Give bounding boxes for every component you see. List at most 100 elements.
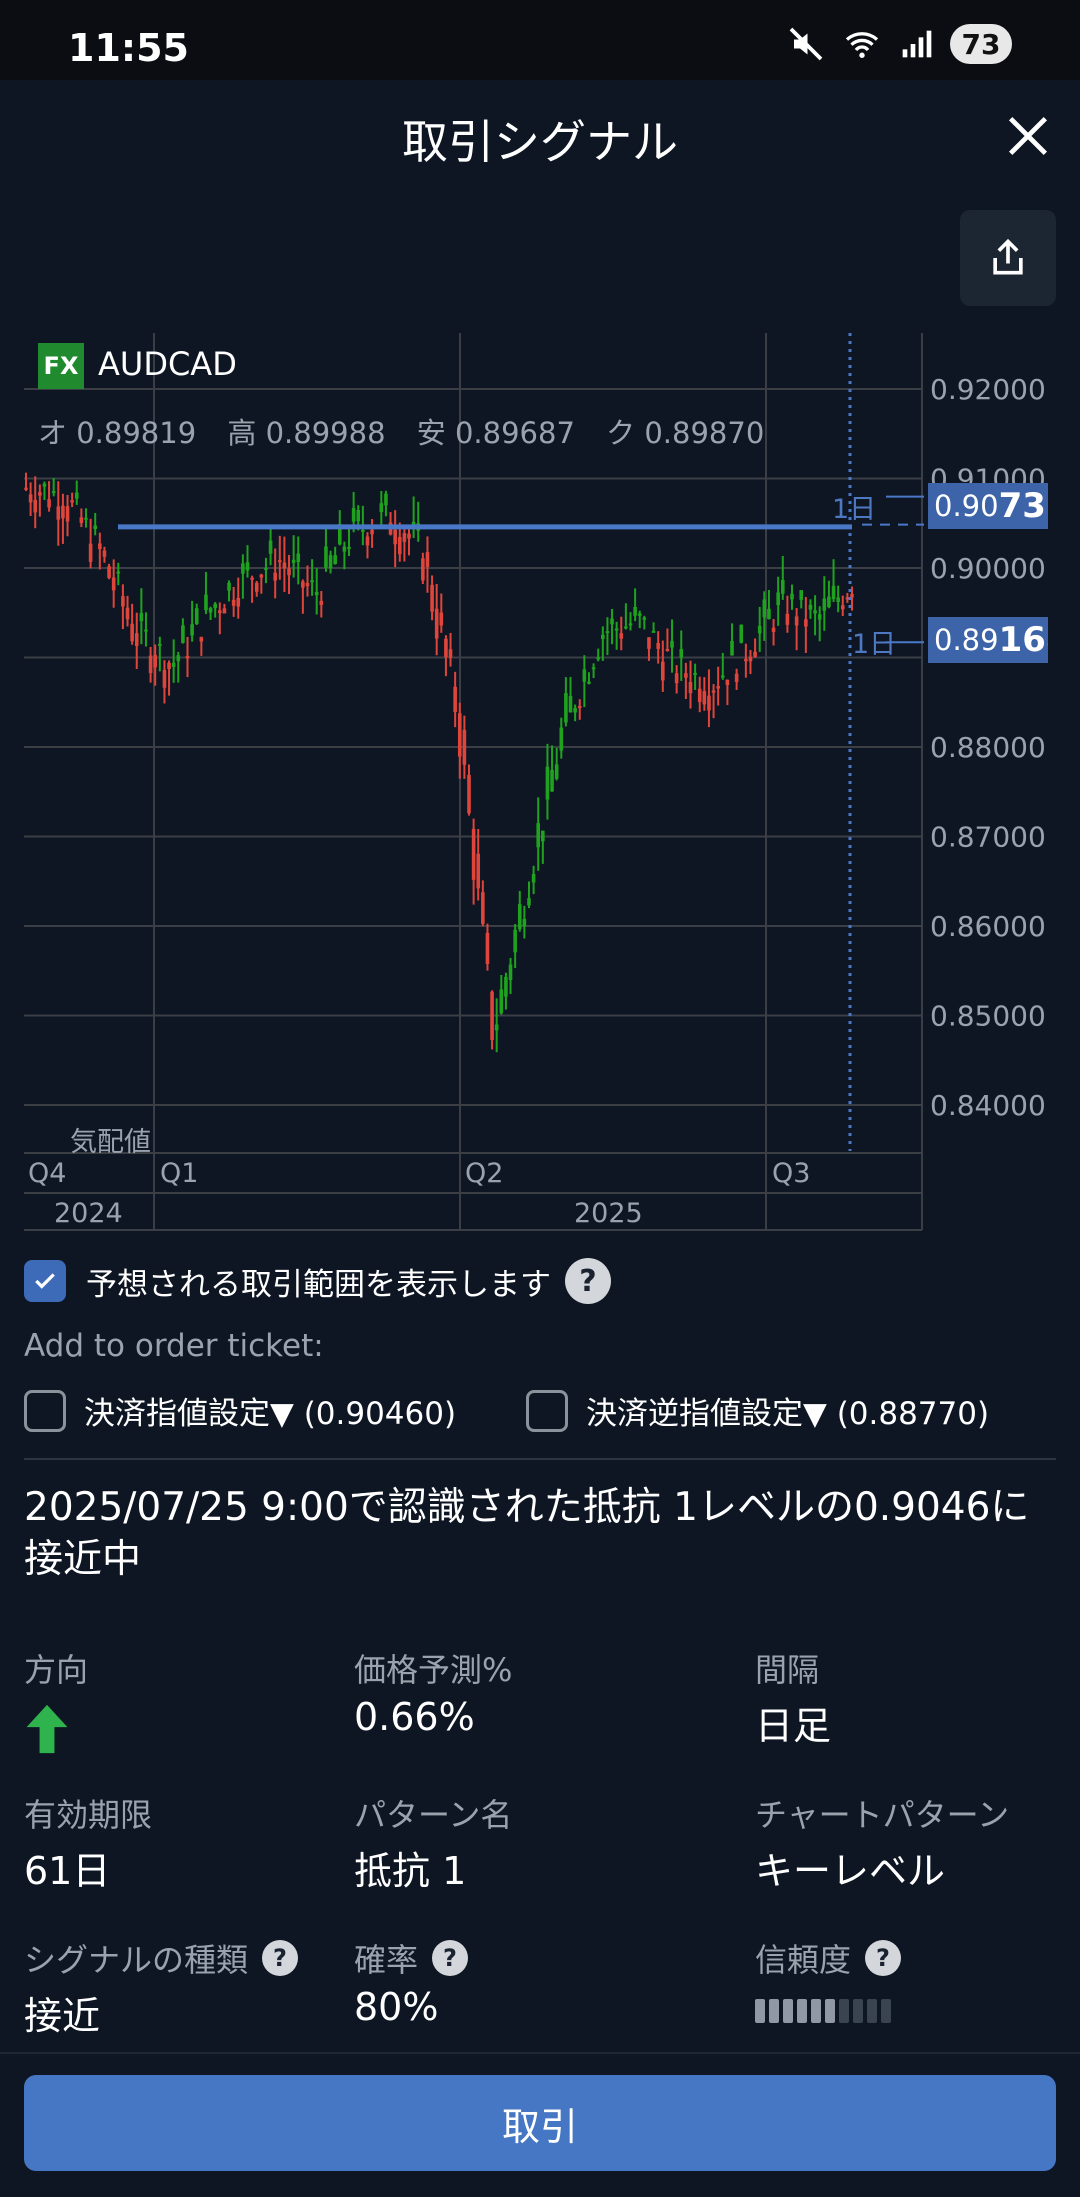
signal-type-label: シグナルの種類 bbox=[24, 1941, 249, 1979]
price-body bbox=[361, 529, 365, 532]
x-year-label: 2024 bbox=[54, 1198, 123, 1229]
help-icon[interactable]: ? bbox=[565, 1258, 611, 1304]
show-range-label: 予想される取引範囲を表示します bbox=[86, 1266, 551, 1303]
price-body bbox=[162, 669, 167, 688]
show-range-checkbox[interactable] bbox=[24, 1260, 66, 1302]
expiry-value: 61日 bbox=[24, 1849, 111, 1893]
quote-label: 気配値 bbox=[70, 1127, 151, 1158]
price-body bbox=[56, 506, 61, 520]
price-body bbox=[610, 618, 614, 625]
price-body bbox=[397, 536, 402, 555]
price-body bbox=[134, 633, 139, 646]
price-body bbox=[245, 562, 250, 571]
price-body bbox=[158, 643, 162, 646]
price-body bbox=[490, 991, 494, 1040]
price-body bbox=[421, 558, 425, 581]
confidence-cell: 信頼度? bbox=[755, 1935, 902, 2023]
stop-loss-checkbox[interactable] bbox=[526, 1389, 568, 1432]
price-chart[interactable]: 0.92000 0.91000 0.90000 0.88000 0.87000 0.860… bbox=[0, 325, 1080, 1235]
price-body bbox=[342, 546, 347, 552]
help-icon[interactable]: ? bbox=[262, 1940, 299, 1976]
price-body bbox=[536, 823, 541, 848]
price-tag-upper: 0.90732 bbox=[928, 483, 1048, 529]
price-body bbox=[250, 577, 254, 580]
help-icon[interactable]: ? bbox=[865, 1940, 902, 1976]
price-body bbox=[531, 874, 536, 883]
price-body bbox=[47, 499, 51, 508]
price-body bbox=[379, 503, 384, 513]
confidence-bar bbox=[755, 1999, 765, 2023]
price-body bbox=[305, 582, 310, 587]
price-body bbox=[324, 546, 328, 568]
close-icon[interactable] bbox=[1002, 110, 1054, 162]
price-body bbox=[522, 918, 527, 927]
price-body bbox=[208, 608, 213, 613]
price-body bbox=[79, 517, 84, 523]
header: 取引シグナル bbox=[0, 80, 1080, 190]
price-body bbox=[462, 729, 467, 765]
price-body bbox=[467, 774, 471, 814]
signal-message: 2025/07/25 9:00で認識された抵抗 1レベルの0.9046に接近中 bbox=[24, 1485, 1030, 1582]
price-body bbox=[148, 655, 153, 674]
price-body bbox=[785, 613, 790, 625]
price-body bbox=[702, 691, 707, 705]
help-icon[interactable]: ? bbox=[432, 1940, 469, 1976]
price-body bbox=[125, 607, 130, 620]
chart-canvas[interactable]: 0.920000.910000.900000.880000.870000.860… bbox=[0, 325, 1080, 1235]
price-body bbox=[287, 568, 291, 576]
price-body bbox=[831, 585, 836, 599]
price-body bbox=[218, 610, 222, 614]
price-body bbox=[74, 492, 79, 499]
price-body bbox=[153, 655, 158, 668]
price-body bbox=[499, 989, 504, 1014]
price-body bbox=[351, 508, 356, 522]
direction-label: 方向 bbox=[24, 1651, 89, 1689]
price-body bbox=[541, 830, 545, 842]
share-icon bbox=[993, 238, 1023, 275]
price-body bbox=[384, 493, 388, 506]
price-body bbox=[757, 625, 762, 634]
confidence-bar bbox=[811, 1999, 821, 2023]
confidence-bar bbox=[797, 1999, 807, 2023]
signal-icon bbox=[902, 30, 932, 58]
price-body bbox=[822, 598, 827, 611]
show-range-row[interactable]: 予想される取引範囲を表示します ? bbox=[24, 1258, 611, 1304]
status-icons: 73 bbox=[788, 22, 1012, 66]
price-body bbox=[827, 596, 831, 608]
price-body bbox=[231, 599, 236, 606]
price-body bbox=[550, 769, 554, 792]
x-tick-label: Q2 bbox=[465, 1158, 503, 1189]
ohlc-close: ク 0.89870 bbox=[606, 416, 765, 450]
price-body bbox=[619, 633, 624, 639]
price-body bbox=[98, 543, 102, 550]
ohlc-high: 高 0.89988 bbox=[227, 416, 386, 450]
check-icon bbox=[35, 1273, 55, 1289]
price-body bbox=[181, 625, 185, 643]
y-tick-label: 0.84000 bbox=[930, 1089, 1046, 1122]
price-body bbox=[568, 695, 573, 713]
price-body bbox=[651, 630, 656, 633]
price-body bbox=[628, 623, 633, 626]
price-body bbox=[70, 500, 74, 503]
price-body bbox=[273, 572, 277, 581]
price-body bbox=[564, 693, 568, 723]
trade-button[interactable]: 取引 bbox=[24, 2075, 1056, 2171]
take-profit-checkbox[interactable] bbox=[24, 1389, 66, 1432]
stop-loss-row[interactable]: 決済逆指値設定▼ (0.88770) bbox=[526, 1388, 989, 1433]
price-body bbox=[614, 628, 619, 631]
probability-cell: 確率? 80% bbox=[354, 1935, 469, 2029]
price-body bbox=[734, 673, 739, 683]
price-body bbox=[84, 517, 88, 520]
chart-pattern-value: キーレベル bbox=[755, 1849, 946, 1893]
price-body bbox=[434, 608, 439, 639]
take-profit-row[interactable]: 決済指値設定▼ (0.90460) bbox=[24, 1388, 456, 1433]
price-body bbox=[199, 637, 204, 642]
forecast-cell: 価格予測% 0.66% bbox=[354, 1645, 512, 1739]
ohlc-low: 安 0.89687 bbox=[416, 416, 575, 450]
share-button[interactable] bbox=[960, 210, 1056, 306]
price-body bbox=[370, 529, 374, 535]
price-body bbox=[527, 898, 531, 906]
price-body bbox=[448, 649, 453, 658]
price-body bbox=[767, 608, 771, 620]
price-body bbox=[277, 560, 282, 563]
